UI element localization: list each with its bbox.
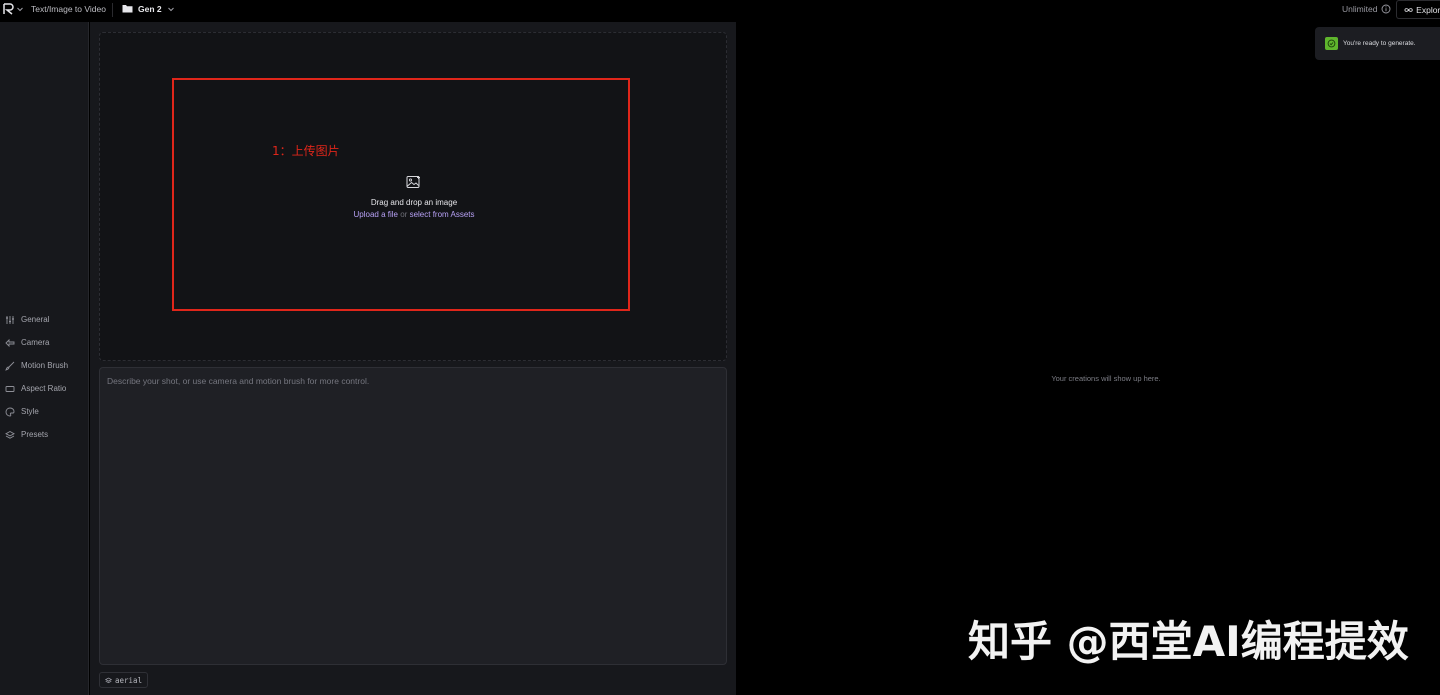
or-text: or	[400, 210, 408, 219]
project-name[interactable]: Gen 2	[138, 4, 162, 14]
chevron-down-icon[interactable]	[167, 4, 175, 14]
sidebar-item-label: General	[21, 315, 50, 324]
sidebar-item-camera[interactable]: Camera	[0, 334, 88, 352]
upload-file-link[interactable]: Upload a file	[354, 210, 398, 219]
camera-icon	[5, 338, 15, 348]
palette-icon	[5, 407, 15, 417]
runway-logo-icon[interactable]	[3, 3, 14, 15]
sidebar-item-label: Presets	[21, 430, 49, 439]
settings-sidebar: General Camera Motion Brush Aspect Ratio…	[0, 22, 89, 695]
layers-icon	[105, 677, 112, 683]
explore-label: Explore	[1416, 4, 1440, 15]
sliders-icon	[6, 316, 14, 324]
sidebar-item-label: Camera	[21, 338, 50, 347]
folder-icon	[122, 5, 133, 13]
sidebar-item-general[interactable]: General	[0, 311, 88, 329]
editor-panel: 1：上传图片 Drag and drop an image Upload a f…	[90, 22, 736, 695]
sidebar-item-label: Motion Brush	[21, 361, 69, 370]
empty-state-text: Your creations will show up here.	[1051, 374, 1161, 383]
preset-chip[interactable]: aerial	[99, 672, 149, 688]
sidebar-item-label: Aspect Ratio	[21, 384, 67, 393]
explore-button[interactable]: Explore	[1396, 0, 1440, 19]
select-from-assets-link[interactable]: select from Assets	[410, 210, 475, 219]
drop-zone-actions: Upload a file or select from Assets	[100, 210, 728, 219]
image-drop-zone[interactable]: 1：上传图片 Drag and drop an image Upload a f…	[99, 32, 727, 361]
layers-icon	[5, 430, 15, 439]
info-icon[interactable]	[1381, 4, 1391, 14]
divider	[112, 3, 113, 17]
preset-chip-label: aerial	[115, 675, 143, 685]
plan-label: Unlimited	[1342, 4, 1378, 14]
sidebar-item-style[interactable]: Style	[0, 403, 88, 421]
check-badge-icon	[1325, 37, 1338, 50]
aspect-ratio-icon	[5, 386, 15, 392]
toast-text: You're ready to generate.	[1343, 40, 1416, 47]
brush-icon	[5, 361, 15, 371]
annotation-highlight-box	[172, 78, 630, 311]
annotation-label: 1：上传图片	[272, 144, 340, 158]
results-area: Your creations will show up here.	[736, 22, 1440, 695]
sidebar-item-label: Style	[21, 407, 39, 416]
watermark-text: 知乎 @西堂AI编程提效	[968, 617, 1409, 666]
sidebar-item-aspect-ratio[interactable]: Aspect Ratio	[0, 380, 88, 398]
ready-toast: You're ready to generate.	[1315, 27, 1440, 60]
image-upload-icon	[406, 176, 420, 188]
infinity-icon	[1404, 7, 1413, 12]
sidebar-item-motion-brush[interactable]: Motion Brush	[0, 357, 88, 375]
top-bar: Text/Image to Video Gen 2 Unlimited Expl…	[0, 0, 1440, 22]
chevron-down-icon[interactable]	[16, 4, 24, 14]
prompt-box	[99, 367, 727, 665]
sidebar-item-presets[interactable]: Presets	[0, 426, 88, 444]
breadcrumb-title[interactable]: Text/Image to Video	[31, 4, 106, 14]
drop-zone-title: Drag and drop an image	[370, 198, 458, 207]
prompt-input[interactable]	[100, 368, 726, 664]
